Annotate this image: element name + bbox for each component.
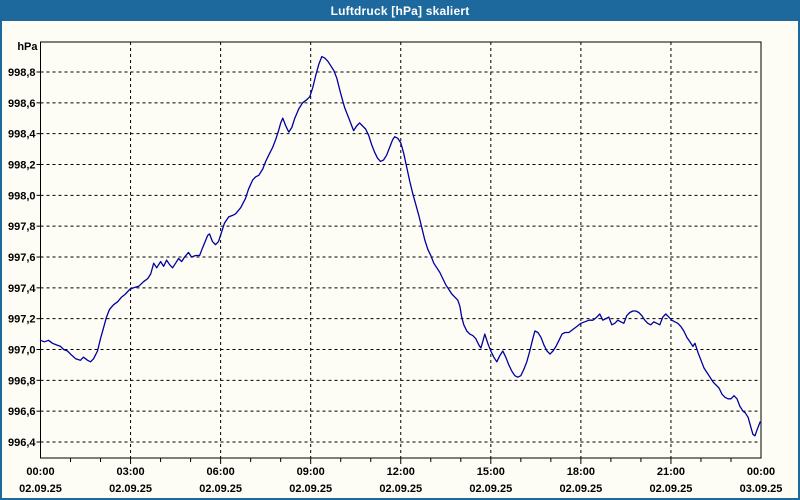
window-title: Luftdruck [hPa] skaliert (330, 3, 470, 18)
pressure-chart: 998,8 998,6 998,4 998,2 998,0 997,8 997,6 997,4… (8, 41, 783, 495)
y-tick-label: 997,2 (8, 314, 36, 326)
y-tick-label: 996,6 (8, 406, 36, 418)
x-tick-date-label: 02.09.25 (379, 483, 422, 495)
x-tick-date-label: 02.09.25 (469, 483, 512, 495)
x-tick-time-label: 06:00 (207, 466, 235, 478)
y-tick-label: 997,8 (8, 221, 36, 233)
y-tick-label: 998,2 (8, 160, 36, 172)
x-tick-time-label: 09:00 (297, 466, 325, 478)
chart-window: Luftdruck [hPa] skaliert 998,8 998,6 998,4… (0, 0, 800, 500)
x-tick-date-label: 02.09.25 (109, 483, 152, 495)
x-tick-time-label: 03:00 (116, 466, 144, 478)
x-tick-date-label: 02.09.25 (199, 483, 242, 495)
y-tick-label: 998,8 (8, 67, 36, 79)
x-tick-date-label: 03.09.25 (740, 483, 783, 495)
x-tick-time-label: 00:00 (26, 466, 54, 478)
x-tick-time-label: 15:00 (477, 466, 505, 478)
title-bar: Luftdruck [hPa] skaliert (0, 0, 800, 21)
x-tick-time-label: 00:00 (747, 466, 775, 478)
x-tick-date-label: 02.09.25 (289, 483, 332, 495)
y-tick-label: 998,4 (8, 129, 36, 141)
x-tick-time-label: 18:00 (567, 466, 595, 478)
x-tick-time-label: 21:00 (657, 466, 685, 478)
y-tick-label: 998,6 (8, 98, 36, 110)
x-tick-date-label: 02.09.25 (559, 483, 602, 495)
y-tick-label: 998,0 (8, 190, 36, 202)
y-axis-unit-label: hPa (17, 41, 38, 53)
y-tick-label: 997,6 (8, 252, 36, 264)
x-tick-time-label: 12:00 (387, 466, 415, 478)
x-tick-date-label: 02.09.25 (19, 483, 62, 495)
y-tick-label: 997,4 (8, 283, 36, 295)
x-tick-date-label: 02.09.25 (650, 483, 693, 495)
y-tick-label: 997,0 (8, 345, 36, 357)
y-tick-label: 996,4 (8, 437, 36, 449)
y-tick-label: 996,8 (8, 375, 36, 387)
